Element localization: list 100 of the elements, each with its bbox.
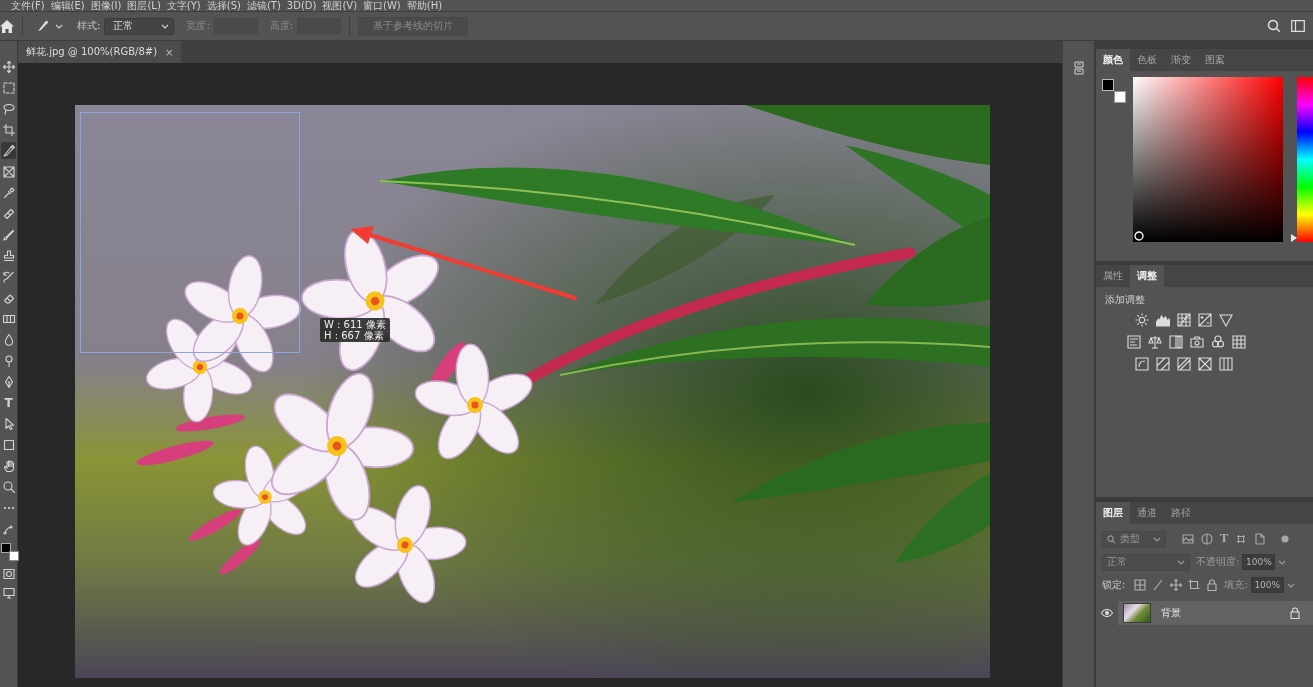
- cursor-arrow-icon: [2, 417, 15, 430]
- image-icon[interactable]: [1182, 533, 1194, 545]
- bars-icon[interactable]: [1127, 335, 1141, 349]
- swap-arrows-icon[interactable]: [2, 525, 15, 537]
- menu-item[interactable]: 视图(V): [322, 0, 358, 11]
- menu-item[interactable]: 图层(L): [127, 0, 161, 11]
- menu-item[interactable]: 3D(D): [286, 0, 317, 11]
- caret-icon: [55, 23, 63, 29]
- panel-tab[interactable]: 颜色: [1096, 49, 1130, 71]
- move-icon: [2, 60, 15, 73]
- menu-item[interactable]: 文件(F): [11, 0, 45, 11]
- triangle-icon[interactable]: [1219, 313, 1233, 327]
- artboard-icon[interactable]: [1188, 579, 1201, 591]
- menu-item[interactable]: 帮助(H): [406, 0, 443, 11]
- checker-icon[interactable]: [1134, 579, 1147, 591]
- brush-icon: [2, 228, 15, 241]
- height-readout: H : 667 像素: [324, 330, 384, 341]
- width-readout: W : 611 像素: [324, 319, 386, 330]
- move-icon[interactable]: [1170, 579, 1183, 591]
- tool-button[interactable]: [1, 457, 16, 474]
- layer-name: 背景: [1161, 606, 1182, 620]
- layer-item[interactable]: 背景: [1118, 601, 1313, 625]
- search-icon[interactable]: [1267, 19, 1281, 33]
- mask-icon[interactable]: [2, 568, 15, 580]
- tool-button[interactable]: [1, 478, 16, 495]
- background-color-swatch[interactable]: [8, 551, 19, 561]
- style-label: 样式:: [77, 19, 101, 33]
- background-color-swatch[interactable]: [1114, 91, 1126, 103]
- color-field[interactable]: [1133, 77, 1283, 242]
- lock-icon[interactable]: [1206, 579, 1219, 591]
- filter-toggle-icon[interactable]: [1281, 535, 1290, 543]
- panel-tab[interactable]: 图案: [1198, 49, 1232, 71]
- caret-icon[interactable]: [1286, 582, 1295, 588]
- stripes-icon[interactable]: [1156, 357, 1170, 371]
- tool-button[interactable]: [1, 58, 16, 75]
- panel-tab[interactable]: 图层: [1096, 502, 1130, 524]
- eye-icon[interactable]: [1101, 609, 1113, 617]
- filter-value: 类型: [1120, 532, 1141, 546]
- caret-icon[interactable]: [1278, 559, 1287, 565]
- caret-icon: [1177, 559, 1185, 565]
- bandage-icon: [2, 207, 15, 220]
- eyedropper-icon: [2, 186, 15, 199]
- menu-item[interactable]: 选择(S): [206, 0, 241, 11]
- sun-icon[interactable]: [1135, 313, 1149, 327]
- tool-button[interactable]: [1, 142, 16, 159]
- style-dropdown[interactable]: 正常: [104, 17, 175, 35]
- opacity-label: 不透明度:: [1196, 555, 1240, 569]
- panel-icon[interactable]: [1073, 61, 1084, 75]
- document-tab[interactable]: 鲜花.jpg @ 100%(RGB/8#) ×: [18, 41, 182, 63]
- tab-close-button[interactable]: ×: [165, 46, 174, 58]
- lock-icon[interactable]: [1289, 607, 1301, 619]
- tool-button[interactable]: [1, 163, 16, 180]
- menu-item[interactable]: 窗口(W): [363, 0, 401, 11]
- tool-button[interactable]: [1, 121, 16, 138]
- monitor-icon[interactable]: [2, 587, 15, 599]
- circles-icon[interactable]: [1211, 335, 1225, 349]
- crossed-box-icon: [2, 165, 15, 178]
- lasso-icon: [2, 102, 15, 115]
- slider-pointer-icon[interactable]: [1291, 234, 1297, 242]
- foreground-color-swatch[interactable]: [0, 543, 11, 553]
- panel-tab[interactable]: 渐变: [1164, 49, 1198, 71]
- scale-icon[interactable]: [1148, 335, 1162, 349]
- panel-tab[interactable]: 属性: [1096, 265, 1130, 287]
- menu-item[interactable]: 编辑(E): [50, 0, 85, 11]
- invert-icon[interactable]: [1135, 357, 1149, 371]
- panel-tab[interactable]: 调整: [1130, 265, 1164, 287]
- panel-tab[interactable]: 通道: [1130, 502, 1164, 524]
- tool-button[interactable]: T: [1, 394, 16, 411]
- hue-slider[interactable]: [1291, 77, 1313, 242]
- exposure-icon[interactable]: [1198, 313, 1212, 327]
- drop-icon: [2, 333, 15, 346]
- home-icon[interactable]: [0, 19, 14, 33]
- search-icon: [1107, 534, 1116, 544]
- curves-icon[interactable]: [1177, 313, 1191, 327]
- workspace-icon[interactable]: [1291, 19, 1305, 33]
- stamp-icon: [2, 249, 15, 262]
- layer-thumbnail: [1123, 603, 1151, 623]
- tool-button[interactable]: [1, 247, 16, 264]
- menu-item[interactable]: 文字(Y): [166, 0, 201, 11]
- knife-icon: [2, 144, 15, 157]
- rectangle-icon: [2, 438, 15, 451]
- diagonal-icon[interactable]: [1177, 357, 1191, 371]
- pen-nib-icon: [2, 375, 15, 388]
- grid-icon[interactable]: [1232, 335, 1246, 349]
- menu-item[interactable]: 滤镜(T): [246, 0, 281, 11]
- brush-icon[interactable]: [1152, 579, 1165, 591]
- panel-tab[interactable]: 路径: [1164, 502, 1198, 524]
- histogram-icon[interactable]: [1156, 313, 1170, 327]
- camera-icon[interactable]: [1190, 335, 1204, 349]
- document-lock-icon[interactable]: [1254, 533, 1267, 545]
- crop-frame-icon[interactable]: [1235, 533, 1248, 545]
- foreground-color-swatch[interactable]: [1102, 79, 1114, 91]
- tool-preset-button[interactable]: [35, 18, 65, 34]
- panel-tab[interactable]: 色板: [1130, 49, 1164, 71]
- menu-item[interactable]: 图像(I): [90, 0, 122, 11]
- zoom-icon: [2, 480, 15, 493]
- crop-icon: [2, 123, 15, 136]
- hourglass-icon[interactable]: [1198, 357, 1212, 371]
- picker-ring-icon[interactable]: [1134, 231, 1144, 241]
- blend-mode-value: 正常: [1107, 555, 1128, 569]
